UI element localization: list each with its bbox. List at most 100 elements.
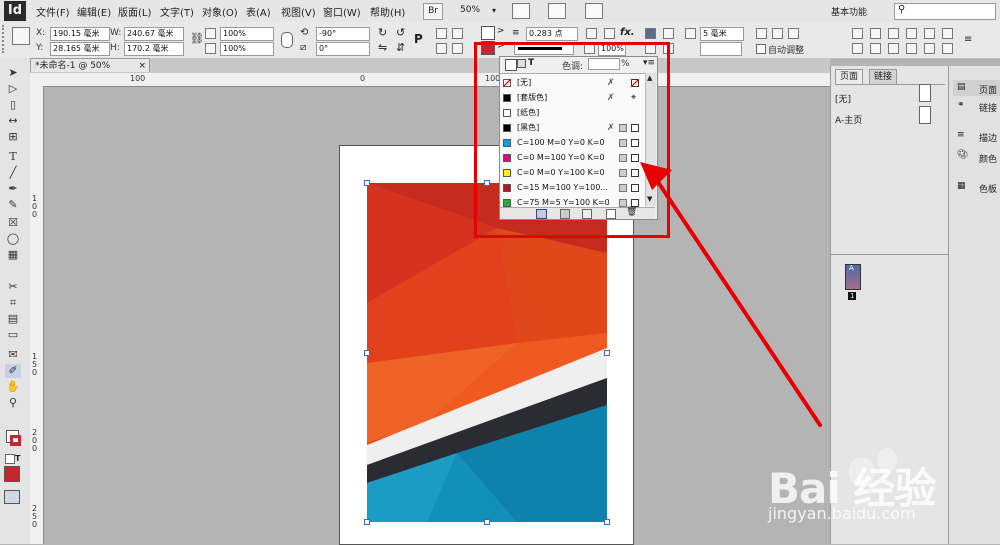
rotate-field[interactable]: -90°: [316, 27, 370, 41]
document-tab[interactable]: *未命名-1 @ 50% ×: [30, 58, 150, 72]
page-tool-icon[interactable]: ▯: [5, 98, 21, 112]
panel-stroke-label[interactable]: 描边: [979, 131, 997, 144]
drop-shadow-icon[interactable]: [586, 28, 597, 39]
master-a[interactable]: A-主页: [835, 113, 862, 126]
hand-tool-icon[interactable]: ✋: [5, 380, 21, 394]
formatting-text-icon[interactable]: T: [15, 454, 20, 463]
stroke-box-icon[interactable]: [10, 435, 21, 446]
selection-handle[interactable]: [604, 519, 610, 525]
direct-selection-tool-icon[interactable]: ▷: [5, 82, 21, 96]
menu-edit[interactable]: 编辑(E): [77, 4, 111, 19]
apply-color-icon[interactable]: [4, 466, 20, 482]
fitting-icon-3[interactable]: [788, 28, 799, 39]
shear-field[interactable]: 0°: [316, 42, 370, 56]
zoom-tool-icon[interactable]: ⚲: [5, 396, 21, 410]
bridge-button[interactable]: Br: [423, 3, 443, 20]
scissors-tool-icon[interactable]: ✂: [5, 280, 21, 294]
select-next-icon[interactable]: [452, 43, 463, 54]
select-content-icon[interactable]: [452, 28, 463, 39]
height-field[interactable]: 170.2 毫米: [124, 42, 184, 56]
menu-table[interactable]: 表(A): [246, 4, 271, 19]
align-bottom-icon[interactable]: [942, 28, 953, 39]
tab-pages[interactable]: 页面: [835, 69, 864, 84]
menu-object[interactable]: 对象(O): [202, 4, 238, 19]
text-wrap-icon[interactable]: [645, 28, 656, 39]
note-tool-icon[interactable]: ✉: [5, 348, 21, 362]
selection-handle[interactable]: [364, 350, 370, 356]
effects-icon[interactable]: [604, 28, 615, 39]
type-tool-icon[interactable]: T: [5, 150, 21, 164]
panel-swatches-label[interactable]: 色板: [979, 182, 997, 195]
ellipse-tool-icon[interactable]: ◯: [5, 232, 21, 246]
menu-view[interactable]: 视图(V): [281, 4, 316, 19]
flip-v-icon[interactable]: ⇵: [396, 41, 405, 54]
flip-h-icon[interactable]: ⇋: [378, 41, 387, 54]
link-scale-icon[interactable]: [281, 32, 293, 48]
select-container-icon[interactable]: [436, 28, 447, 39]
rotate-ccw-icon[interactable]: ↺: [396, 26, 405, 39]
distribute-5-icon[interactable]: [924, 43, 935, 54]
line-tool-icon[interactable]: ╱: [5, 166, 21, 180]
align-top-icon[interactable]: [906, 28, 917, 39]
free-transform-tool-icon[interactable]: ⌗: [5, 296, 21, 310]
distribute-6-icon[interactable]: [942, 43, 953, 54]
fill-swatch-icon[interactable]: [481, 26, 495, 40]
selection-handle[interactable]: [604, 350, 610, 356]
panel-color-label[interactable]: 颜色: [979, 152, 997, 165]
align-left-icon[interactable]: [852, 28, 863, 39]
width-field[interactable]: 240.67 毫米: [124, 27, 184, 41]
align-right-icon[interactable]: [888, 28, 899, 39]
menu-window[interactable]: 窗口(W): [323, 4, 361, 19]
panel-menu-icon[interactable]: ≡: [964, 34, 972, 45]
corner-shape-select[interactable]: [700, 42, 742, 56]
fitting-icon-2[interactable]: [772, 28, 783, 39]
panel-links-label[interactable]: 链接: [979, 101, 997, 114]
zoom-level[interactable]: 50%: [460, 5, 480, 15]
stroke-weight-field[interactable]: 0.283 点: [526, 27, 578, 41]
table-tool-icon[interactable]: ▦: [5, 248, 21, 262]
corner-size-field[interactable]: 5 毫米: [700, 27, 744, 41]
pencil-tool-icon[interactable]: ✎: [5, 198, 21, 212]
corner-options-icon[interactable]: [685, 28, 696, 39]
close-tab-icon[interactable]: ×: [138, 59, 146, 73]
menu-help[interactable]: 帮助(H): [370, 4, 405, 19]
distribute-4-icon[interactable]: [906, 43, 917, 54]
auto-fit-checkbox[interactable]: [756, 44, 766, 54]
reference-point-icon[interactable]: [12, 27, 30, 45]
fitting-icon-1[interactable]: [756, 28, 767, 39]
menu-layout[interactable]: 版面(L): [118, 4, 151, 19]
text-wrap-2-icon[interactable]: [663, 28, 674, 39]
align-center-icon[interactable]: [870, 28, 881, 39]
align-middle-icon[interactable]: [924, 28, 935, 39]
scale-y-field[interactable]: 100%: [220, 42, 274, 56]
workspace-switcher[interactable]: 基本功能: [831, 5, 867, 18]
content-collector-icon[interactable]: ⊞: [5, 130, 21, 144]
formatting-container-icon[interactable]: [5, 454, 15, 464]
screen-mode-icon[interactable]: [548, 3, 566, 19]
tab-links[interactable]: 链接: [869, 69, 898, 84]
x-field[interactable]: 190.15 毫米: [50, 27, 110, 41]
gradient-swatch-tool-icon[interactable]: ▤: [5, 312, 21, 326]
selection-handle[interactable]: [484, 519, 490, 525]
distribute-3-icon[interactable]: [888, 43, 899, 54]
rectangle-frame-tool-icon[interactable]: ☒: [5, 216, 21, 230]
distribute-2-icon[interactable]: [870, 43, 881, 54]
selection-handle[interactable]: [364, 180, 370, 186]
rotate-cw-icon[interactable]: ↻: [378, 26, 387, 39]
gradient-feather-tool-icon[interactable]: ▭: [5, 328, 21, 342]
horizontal-ruler[interactable]: 100 0 100 200: [30, 73, 830, 87]
fx-icon[interactable]: fx.: [620, 27, 635, 38]
gap-tool-icon[interactable]: ↔: [5, 114, 21, 128]
menu-file[interactable]: 文件(F): [36, 4, 70, 19]
view-options-icon[interactable]: [512, 3, 530, 19]
select-previous-icon[interactable]: [436, 43, 447, 54]
constrain-proportions-icon[interactable]: ⛓: [190, 32, 204, 45]
search-field[interactable]: ⚲: [894, 3, 996, 20]
selection-tool-icon[interactable]: ➤: [5, 66, 21, 80]
distribute-1-icon[interactable]: [852, 43, 863, 54]
y-field[interactable]: 28.165 毫米: [50, 42, 110, 56]
pen-tool-icon[interactable]: ✒: [5, 182, 21, 196]
fill-dropdown-icon[interactable]: >: [497, 26, 505, 36]
menu-type[interactable]: 文字(T): [160, 4, 194, 19]
scale-x-field[interactable]: 100%: [220, 27, 274, 41]
